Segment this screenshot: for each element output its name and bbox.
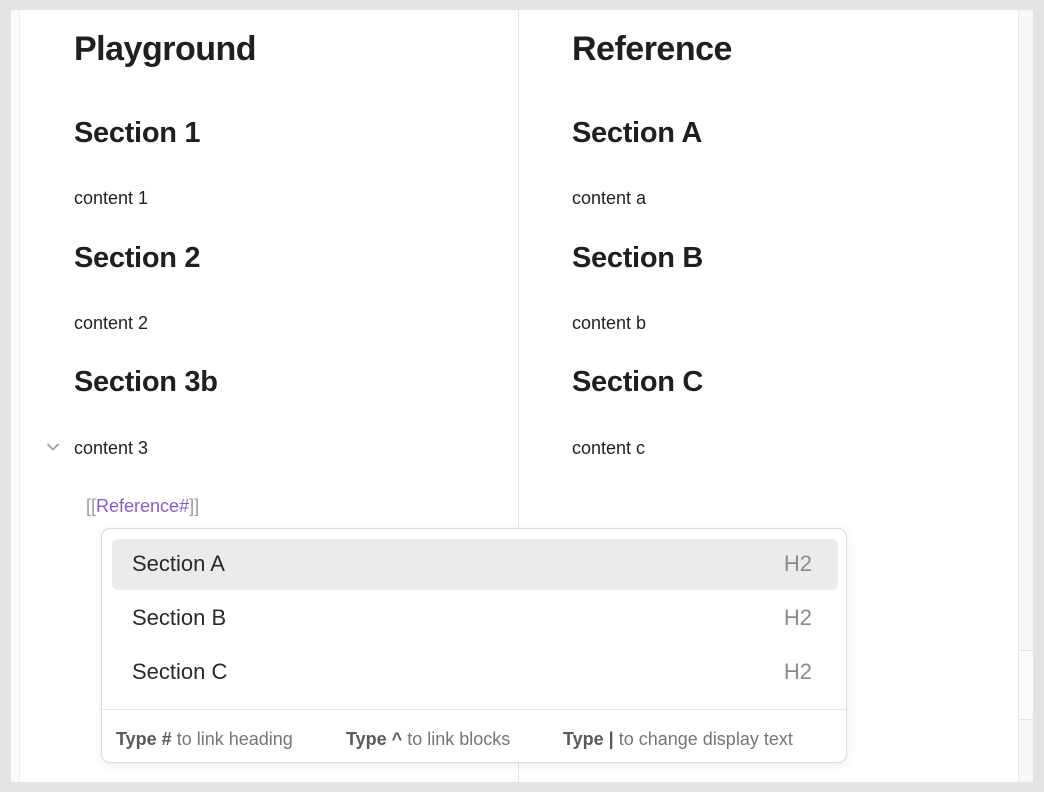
page-title: Reference [572,30,732,68]
link-close-brackets: ]] [189,496,200,516]
editor-window: Playground Section 1 content 1 Section 2… [11,10,1033,782]
link-open-brackets: [[ [86,496,97,516]
heading-section-a: Section A [572,117,702,149]
suggestion-label: Section C [132,659,228,684]
suggestion-item-section-b[interactable]: Section B H2 [112,593,838,644]
heading-section-1: Section 1 [74,117,201,149]
hint-key: Type # [116,729,172,749]
suggestion-label: Section A [132,551,225,576]
page-title: Playground [74,30,257,68]
paragraph-content-2: content 2 [74,313,149,333]
paragraph-content-1: content 1 [74,188,149,208]
hint-key: Type | [563,729,614,749]
hint-key: Type ^ [346,729,403,749]
left-gutter [11,10,20,782]
right-sidebar-edge [1018,10,1033,782]
heading-level-badge: H2 [783,659,812,684]
heading-suggestion-popup: Section A H2 Section B H2 Section C H2 T… [101,528,847,763]
hint-text: to link heading [176,729,293,749]
paragraph-content-a: content a [572,188,647,208]
link-target: Reference# [96,496,190,516]
chevron-down-icon[interactable] [46,440,60,454]
suggestion-label: Section B [132,605,227,630]
heading-section-2: Section 2 [74,242,201,274]
wikilink-input[interactable]: [[Reference#]] [86,496,199,517]
heading-section-b: Section B [572,242,704,274]
heading-section-3b: Section 3b [74,366,218,398]
sidebar-handle[interactable] [1019,650,1033,720]
paragraph-content-3: content 3 [74,438,149,458]
suggestion-item-section-c[interactable]: Section C H2 [112,647,838,698]
heading-level-badge: H2 [783,605,812,630]
paragraph-content-c: content c [572,438,646,458]
hint-text: to link blocks [407,729,511,749]
heading-section-c: Section C [572,366,704,398]
heading-level-badge: H2 [783,551,812,576]
hint-link-heading: Type # to link heading [116,729,293,750]
popup-hints-footer: Type # to link heading Type ^ to link bl… [102,709,846,765]
hint-text: to change display text [618,729,793,749]
paragraph-content-b: content b [572,313,647,333]
hint-link-blocks: Type ^ to link blocks [346,729,510,750]
suggestion-item-section-a[interactable]: Section A H2 [112,539,838,590]
hint-display-text: Type | to change display text [563,729,793,750]
